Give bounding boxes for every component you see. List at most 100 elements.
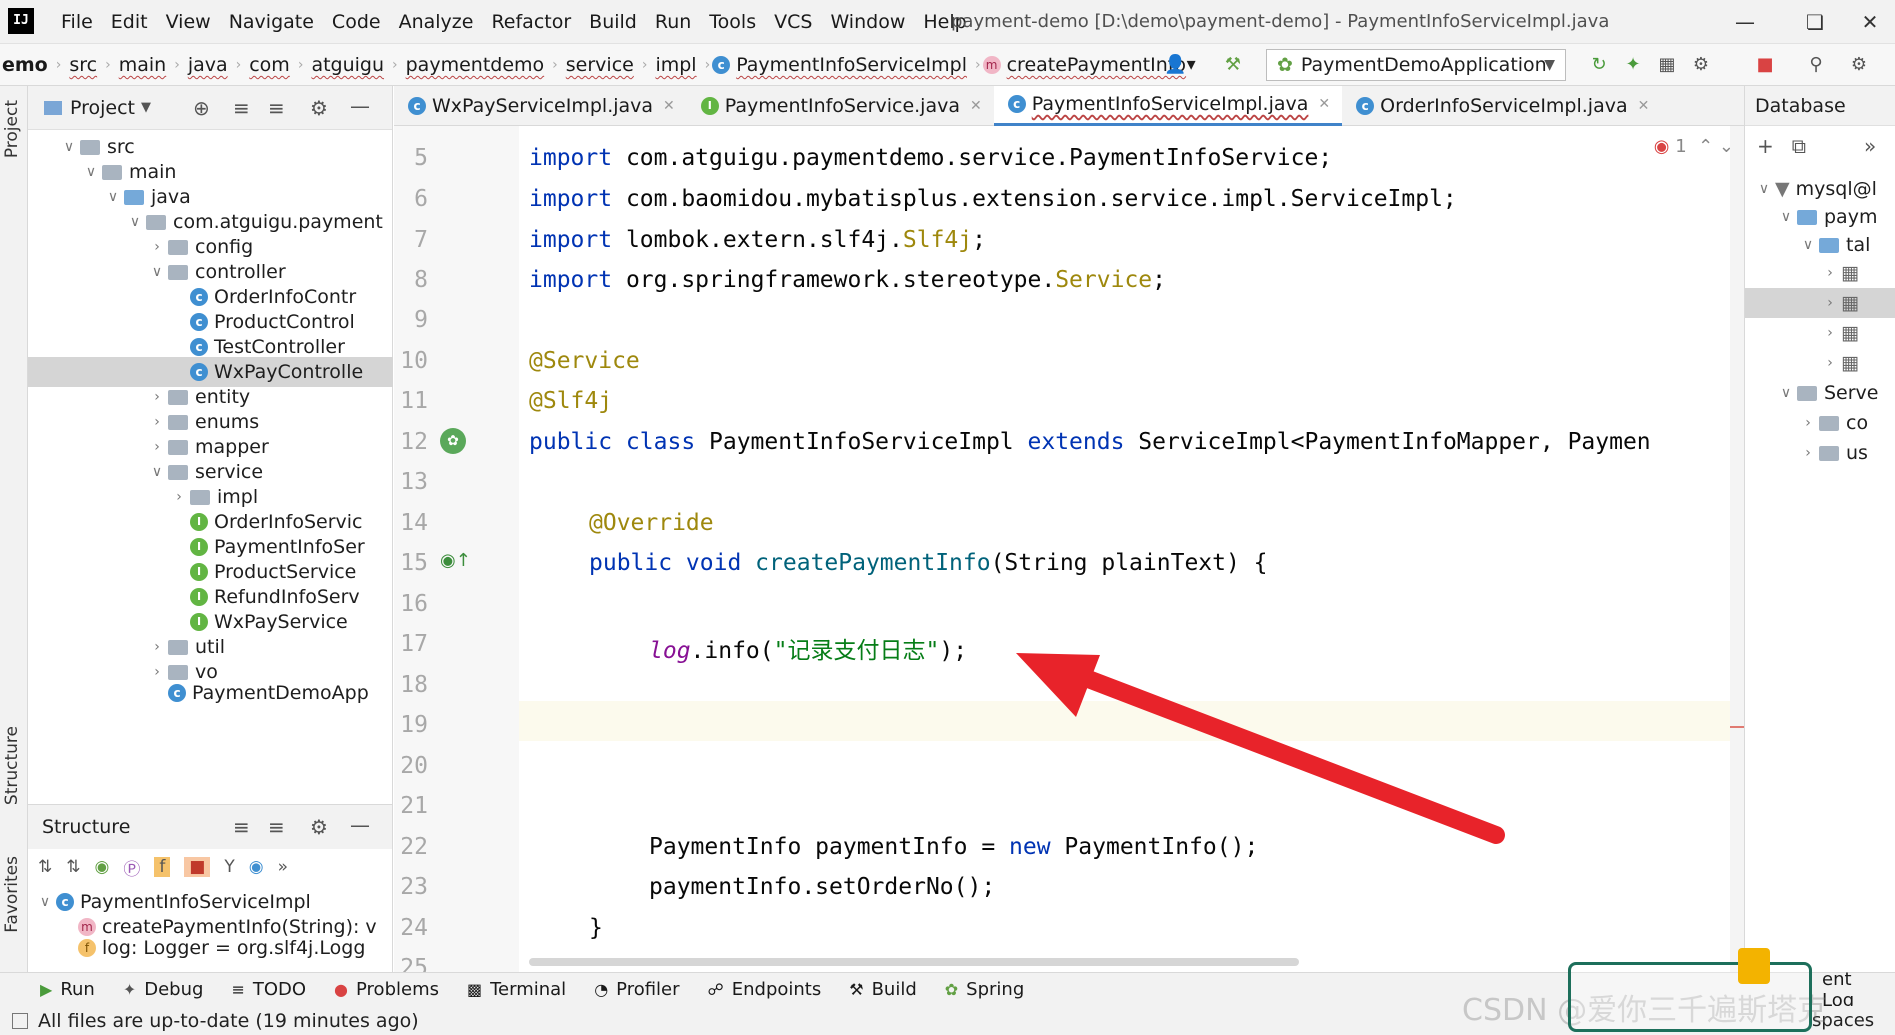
menu-edit[interactable]: Edit	[102, 11, 157, 33]
build-hammer-icon[interactable]: ⚒	[1222, 54, 1244, 76]
user-icon[interactable]: 👤▾	[1160, 54, 1200, 76]
crumb-com[interactable]: com	[243, 54, 296, 76]
more-icon[interactable]: »	[278, 857, 288, 877]
structure-item-field[interactable]: f log: Logger = org.slf4j.Logg	[28, 937, 393, 959]
show-non-public-icon[interactable]: ■	[184, 857, 211, 877]
search-icon[interactable]: ⚲	[1805, 54, 1827, 76]
close-icon[interactable]: ✕	[1845, 0, 1895, 44]
maximize-icon[interactable]: ❏	[1785, 0, 1845, 44]
debug-icon[interactable]: ✦	[1622, 54, 1644, 76]
locate-icon[interactable]: ⊕	[193, 96, 210, 120]
db-node-schema[interactable]: ∨ paym	[1745, 202, 1895, 232]
tree-node-paymentdemoapplication[interactable]: c PaymentDemoApp	[28, 682, 393, 704]
more-icon[interactable]: »	[1864, 134, 1876, 158]
terminal-tool-button[interactable]: ▩ Terminal	[467, 979, 566, 1000]
menu-refactor[interactable]: Refactor	[482, 11, 580, 33]
tab-paymentinfoservice[interactable]: I PaymentInfoService.java ✕	[687, 86, 994, 126]
db-node-table[interactable]: › ▦	[1745, 288, 1895, 318]
menu-file[interactable]: File	[52, 11, 102, 33]
editor-scrollbar[interactable]	[1730, 126, 1744, 972]
close-tab-icon[interactable]: ✕	[663, 98, 675, 114]
tab-wxpayserviceimpl[interactable]: c WxPayServiceImpl.java ✕	[394, 86, 687, 126]
project-panel-title[interactable]: Project	[70, 97, 135, 119]
collapse-all-icon[interactable]: ≡	[268, 96, 285, 120]
menu-navigate[interactable]: Navigate	[220, 11, 323, 33]
profile-icon[interactable]: ⚙	[1690, 54, 1712, 76]
db-node-users[interactable]: › us	[1745, 438, 1895, 468]
line-number: 8	[414, 267, 428, 293]
spring-bean-gutter-icon[interactable]: ✿	[440, 428, 466, 454]
tab-orderinfoserviceimpl[interactable]: c OrderInfoServiceImpl.java ✕	[1342, 86, 1661, 126]
error-stripe-marker[interactable]	[1730, 726, 1744, 728]
menu-window[interactable]: Window	[821, 11, 914, 33]
crumb-class[interactable]: PaymentInfoServiceImpl	[736, 54, 973, 76]
endpoints-tool-button[interactable]: ☍ Endpoints	[708, 979, 822, 1000]
event-log-tool-button[interactable]: ent Log	[1822, 969, 1867, 1011]
db-node-mysql[interactable]: ∨ ▼ mysql@l	[1745, 174, 1895, 204]
menu-code[interactable]: Code	[323, 11, 390, 33]
expand-all-icon[interactable]: ≡	[233, 815, 250, 839]
collapse-all-icon[interactable]: ≡	[268, 815, 285, 839]
run-configuration-select[interactable]: ✿ PaymentDemoApplication ▼	[1266, 49, 1566, 81]
run-tool-button[interactable]: ▶ Run	[40, 979, 95, 1000]
problems-tool-button[interactable]: ● Problems	[334, 979, 439, 1000]
show-inherited-icon[interactable]: ◉	[95, 857, 110, 877]
menu-tools[interactable]: Tools	[700, 11, 765, 33]
gear-icon[interactable]: ⚙	[310, 96, 328, 120]
project-tool-button[interactable]: Project	[2, 100, 22, 158]
close-tab-icon[interactable]: ✕	[970, 98, 982, 114]
chevron-down-icon[interactable]: ▼	[141, 100, 151, 115]
add-icon[interactable]: +	[1757, 134, 1774, 158]
show-lambdas-icon[interactable]: Y	[224, 857, 234, 877]
sort-visibility-icon[interactable]: ⇅	[66, 857, 80, 877]
status-bar-toggle-icon[interactable]	[12, 1012, 28, 1029]
expand-all-icon[interactable]: ≡	[233, 96, 250, 120]
rerun-icon[interactable]: ↻	[1588, 54, 1610, 76]
menu-view[interactable]: View	[157, 11, 220, 33]
crumb-paymentdemo[interactable]: paymentdemo	[400, 54, 551, 76]
structure-tool-button[interactable]: Structure	[2, 726, 22, 805]
close-tab-icon[interactable]: ✕	[1638, 98, 1650, 114]
menu-vcs[interactable]: VCS	[765, 11, 821, 33]
copy-icon[interactable]: ⧉	[1792, 134, 1806, 158]
db-node-table[interactable]: › ▦	[1745, 318, 1895, 348]
override-gutter-icon[interactable]: ◉↑	[440, 550, 471, 576]
hide-panel-icon[interactable]: —	[350, 813, 370, 837]
show-properties-icon[interactable]: Ⓟ	[123, 855, 140, 880]
show-fields-icon[interactable]: f	[154, 857, 171, 877]
db-node-collations[interactable]: › co	[1745, 408, 1895, 438]
tab-paymentinfoserviceimpl[interactable]: c PaymentInfoServiceImpl.java ✕	[993, 85, 1343, 126]
horizontal-scrollbar[interactable]	[529, 958, 1299, 966]
spring-tool-button[interactable]: ✿ Spring	[945, 979, 1025, 1000]
crumb-main[interactable]: main	[113, 54, 172, 76]
hide-panel-icon[interactable]: —	[350, 94, 370, 118]
inspection-widget[interactable]: ◉ 1 ⌃ ⌄	[1654, 136, 1734, 157]
crumb-java[interactable]: java	[182, 54, 234, 76]
menu-analyze[interactable]: Analyze	[390, 11, 483, 33]
menu-run[interactable]: Run	[646, 11, 700, 33]
todo-tool-button[interactable]: ≡ TODO	[231, 979, 306, 1000]
gear-icon[interactable]: ⚙	[310, 815, 328, 839]
build-tool-button[interactable]: ⚒ Build	[849, 979, 917, 1000]
profiler-tool-button[interactable]: ◔ Profiler	[594, 979, 679, 1000]
crumb-src[interactable]: src	[63, 54, 103, 76]
minimize-icon[interactable]: —	[1715, 0, 1775, 44]
crumb-atguigu[interactable]: atguigu	[305, 54, 390, 76]
db-node-table[interactable]: › ▦	[1745, 258, 1895, 288]
coverage-icon[interactable]: ▦	[1656, 54, 1678, 76]
crumb-impl[interactable]: impl	[649, 54, 702, 76]
menu-build[interactable]: Build	[580, 11, 646, 33]
close-tab-icon[interactable]: ✕	[1318, 96, 1330, 112]
stop-icon[interactable]: ■	[1754, 54, 1776, 76]
crumb-service[interactable]: service	[560, 54, 640, 76]
db-node-table[interactable]: › ▦	[1745, 348, 1895, 378]
crumb-project[interactable]: emo	[0, 54, 54, 76]
db-node-server-objects[interactable]: ∨ Serve	[1745, 378, 1895, 408]
database-panel-title[interactable]: Database	[1745, 86, 1895, 126]
debug-tool-button[interactable]: ✦ Debug	[123, 979, 204, 1000]
sort-alpha-icon[interactable]: ⇅	[38, 857, 52, 877]
settings-icon[interactable]: ⚙	[1848, 54, 1870, 76]
autoscroll-icon[interactable]: ◉	[249, 857, 264, 877]
favorites-tool-button[interactable]: Favorites	[2, 856, 22, 933]
db-node-tables[interactable]: ∨ tal	[1745, 230, 1895, 260]
